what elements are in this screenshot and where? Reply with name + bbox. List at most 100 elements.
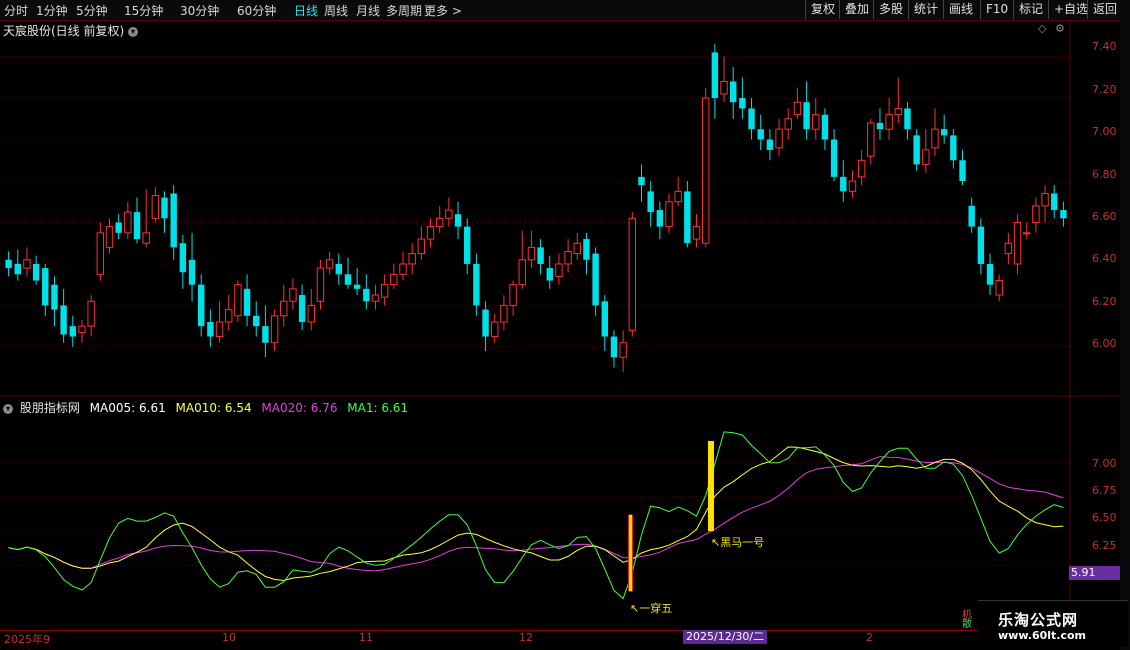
- cursor-date: 2025/12/30/二: [683, 630, 768, 644]
- candle-body: [518, 259, 526, 286]
- candle-body: [674, 190, 682, 203]
- candle-body: [555, 263, 563, 277]
- candle-body: [904, 108, 911, 130]
- chevron-down-icon[interactable]: ▾: [128, 26, 139, 37]
- watermark-url: www.60lt.com: [998, 629, 1087, 642]
- candle-body: [729, 81, 737, 103]
- ma1-line: [8, 431, 1064, 600]
- indicator-tick: 6.75: [1092, 484, 1117, 497]
- candle-body: [684, 191, 691, 244]
- ma020-value: MA020: 6.76: [261, 401, 338, 415]
- candle-body: [995, 280, 1003, 296]
- indicator-tick: 6.50: [1092, 511, 1117, 524]
- candle-body: [647, 191, 654, 213]
- candle-body: [821, 114, 829, 140]
- diamond-icon[interactable]: ◇: [1038, 22, 1046, 35]
- dark-horse-annotation: ↖黑马一号: [711, 536, 765, 549]
- candle-body: [1051, 193, 1058, 211]
- candle-body: [610, 336, 618, 358]
- candle-body: [243, 288, 251, 316]
- candle-body: [739, 98, 746, 109]
- candle-body: [867, 122, 875, 157]
- candle-body: [253, 315, 260, 327]
- candle-body: [1041, 192, 1049, 207]
- candle-body: [325, 259, 334, 269]
- candle-body: [307, 304, 315, 323]
- candle-body: [950, 135, 957, 161]
- candle-body: [1060, 210, 1067, 219]
- candle-body: [234, 284, 242, 317]
- candle-body: [1023, 232, 1031, 235]
- candle-body: [931, 128, 939, 149]
- side-panel: [1120, 20, 1130, 650]
- candle-body: [793, 101, 802, 116]
- candle-body: [977, 226, 985, 264]
- stock-title-text: 天宸股份(日线 前复权): [3, 24, 125, 38]
- candle-body: [583, 239, 590, 260]
- candle-body: [225, 309, 233, 323]
- candle-body: [665, 201, 673, 228]
- price-tick: 6.00: [1092, 337, 1117, 350]
- indicator-tick: 6.25: [1092, 539, 1117, 552]
- grid-lines: [0, 20, 1120, 645]
- candle-body: [692, 226, 701, 240]
- candle-body: [435, 217, 444, 228]
- candle-body: [371, 294, 380, 302]
- watermark: 乐淘公式网 www.60lt.com: [978, 600, 1128, 647]
- candle-body: [463, 226, 471, 264]
- signal-bars: [628, 440, 714, 592]
- candle-body: [482, 309, 489, 337]
- candle-body: [316, 267, 325, 302]
- candle-body: [60, 305, 67, 335]
- candle-body: [96, 232, 105, 275]
- candle-body: [894, 107, 903, 116]
- candle-body: [289, 288, 297, 302]
- indicator-name[interactable]: 股朋指标网: [20, 401, 80, 415]
- candle-body: [262, 326, 269, 343]
- candle-body: [14, 263, 21, 275]
- date-axis: 2025年9 10 11 12 2: [0, 630, 1070, 646]
- candle-body: [23, 259, 31, 269]
- candle-body: [784, 118, 792, 130]
- candle-body: [857, 159, 866, 178]
- candle-body: [42, 268, 49, 306]
- candle-body: [775, 128, 783, 149]
- candle-body: [5, 259, 12, 269]
- candle-body: [344, 274, 352, 285]
- price-tick: 6.40: [1092, 252, 1117, 265]
- candle-body: [766, 139, 774, 150]
- date-label: 10: [222, 631, 236, 644]
- candle-body: [445, 209, 453, 219]
- candle-body: [876, 122, 884, 130]
- candle-body: [573, 242, 581, 255]
- watermark-name: 乐淘公式网: [998, 611, 1079, 629]
- candle-body: [1004, 242, 1013, 255]
- ma005-value: MA005: 6.61: [89, 401, 166, 415]
- gear-icon[interactable]: ⚙: [1055, 22, 1065, 35]
- candle-body: [701, 97, 710, 244]
- ma010-value: MA010: 6.54: [175, 401, 252, 415]
- candle-body: [592, 253, 599, 306]
- candle-body: [335, 263, 343, 275]
- candle-body: [537, 247, 544, 264]
- candle-body: [87, 300, 95, 327]
- candle-body: [1032, 205, 1040, 223]
- kline-chart[interactable]: [0, 0, 1130, 650]
- candle-body: [564, 251, 572, 265]
- candle-body: [298, 295, 306, 323]
- candle-body: [711, 52, 719, 99]
- candle-body: [986, 263, 994, 285]
- candle-body: [133, 212, 141, 240]
- candle-body: [270, 315, 279, 344]
- candle-body: [197, 284, 205, 327]
- price-tick: 6.80: [1092, 168, 1117, 181]
- candle-body: [78, 325, 86, 333]
- candle-body: [215, 321, 224, 338]
- candle-body: [188, 259, 196, 285]
- candle-body: [179, 243, 187, 273]
- one-pierce-annotation: ↖一穿五: [630, 602, 673, 615]
- candle-body: [32, 263, 40, 281]
- candle-body: [491, 321, 499, 338]
- chevron-down-icon[interactable]: ▾: [3, 403, 13, 414]
- candle-body: [399, 263, 407, 275]
